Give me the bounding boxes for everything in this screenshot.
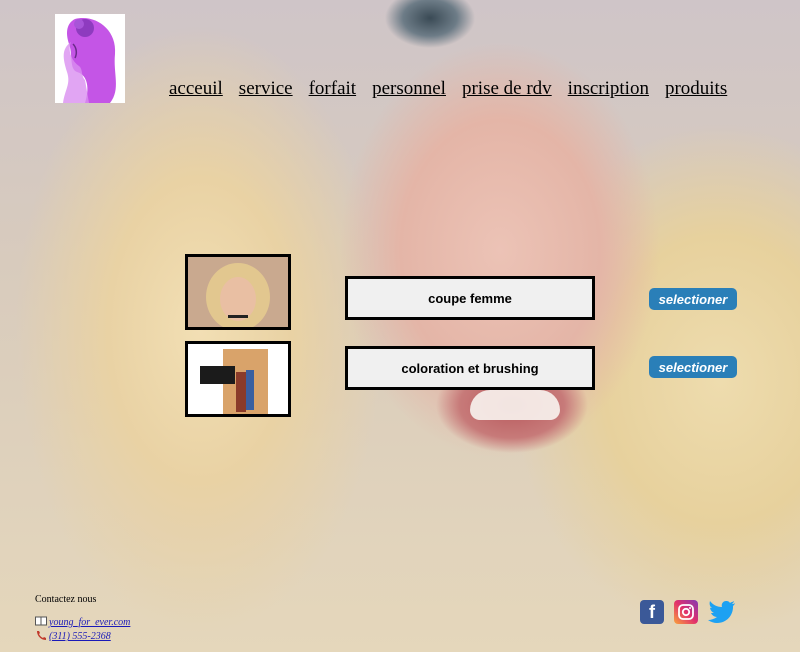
main-navigation: acceuil service forfait personnel prise … [169,78,743,100]
contact-phone: (311) 555-2368 [35,630,111,643]
nav-prise-de-rdv[interactable]: prise de rdv [462,78,552,100]
select-coupe-femme-button[interactable]: selectioner [649,288,737,310]
logo-woman-silhouette [63,18,116,103]
phone-link[interactable]: (311) 555-2368 [49,631,111,642]
phone-icon [35,630,47,643]
nav-personnel[interactable]: personnel [372,78,446,100]
twitter-icon[interactable] [708,600,736,624]
service-image-coupe-femme [185,254,291,330]
service-coupe-femme[interactable]: coupe femme [345,276,595,320]
service-image-coloration [185,341,291,417]
select-coloration-button[interactable]: selectioner [649,356,737,378]
nav-inscription[interactable]: inscription [568,78,649,100]
nav-produits[interactable]: produits [665,78,727,100]
book-icon [35,616,47,629]
nav-service[interactable]: service [239,78,293,100]
contact-heading: Contactez nous [35,594,97,605]
nav-forfait[interactable]: forfait [309,78,356,100]
background-detail [470,390,560,420]
service-coloration-et-brushing[interactable]: coloration et brushing [345,346,595,390]
salon-logo[interactable] [55,14,125,103]
email-link[interactable]: young_for_ever.com [49,617,130,628]
nav-acceuil[interactable]: acceuil [169,78,223,100]
instagram-icon[interactable] [674,600,698,624]
facebook-icon[interactable]: f [640,600,664,624]
contact-email: young_for_ever.com [35,616,130,629]
